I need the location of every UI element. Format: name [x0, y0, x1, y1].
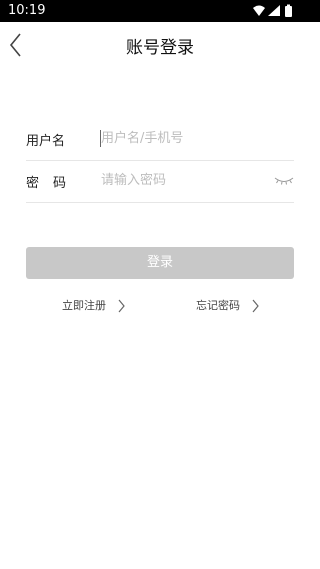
status-icons	[253, 4, 292, 17]
username-row: 用户名	[26, 118, 294, 161]
password-row: 密码	[26, 160, 294, 203]
eye-closed-icon[interactable]	[274, 172, 294, 188]
chevron-right-icon	[118, 299, 125, 313]
register-link[interactable]: 立即注册	[62, 297, 128, 317]
wifi-icon	[253, 5, 265, 16]
password-label: 密码	[26, 176, 81, 191]
login-button[interactable]: 登录	[26, 247, 294, 279]
forgot-password-label: 忘记密码	[196, 299, 240, 312]
chevron-right-icon	[252, 299, 259, 313]
status-bar: 10:19	[0, 0, 320, 22]
signal-icon	[268, 5, 280, 16]
forgot-password-link[interactable]: 忘记密码	[196, 297, 262, 317]
register-label: 立即注册	[62, 299, 106, 312]
password-input[interactable]	[101, 168, 271, 192]
username-input[interactable]	[101, 126, 271, 150]
username-label: 用户名	[26, 134, 66, 149]
page-title: 账号登录	[126, 38, 194, 58]
status-time: 10:19	[8, 3, 46, 18]
nav-bar: 账号登录	[0, 22, 320, 66]
battery-icon	[285, 4, 292, 17]
